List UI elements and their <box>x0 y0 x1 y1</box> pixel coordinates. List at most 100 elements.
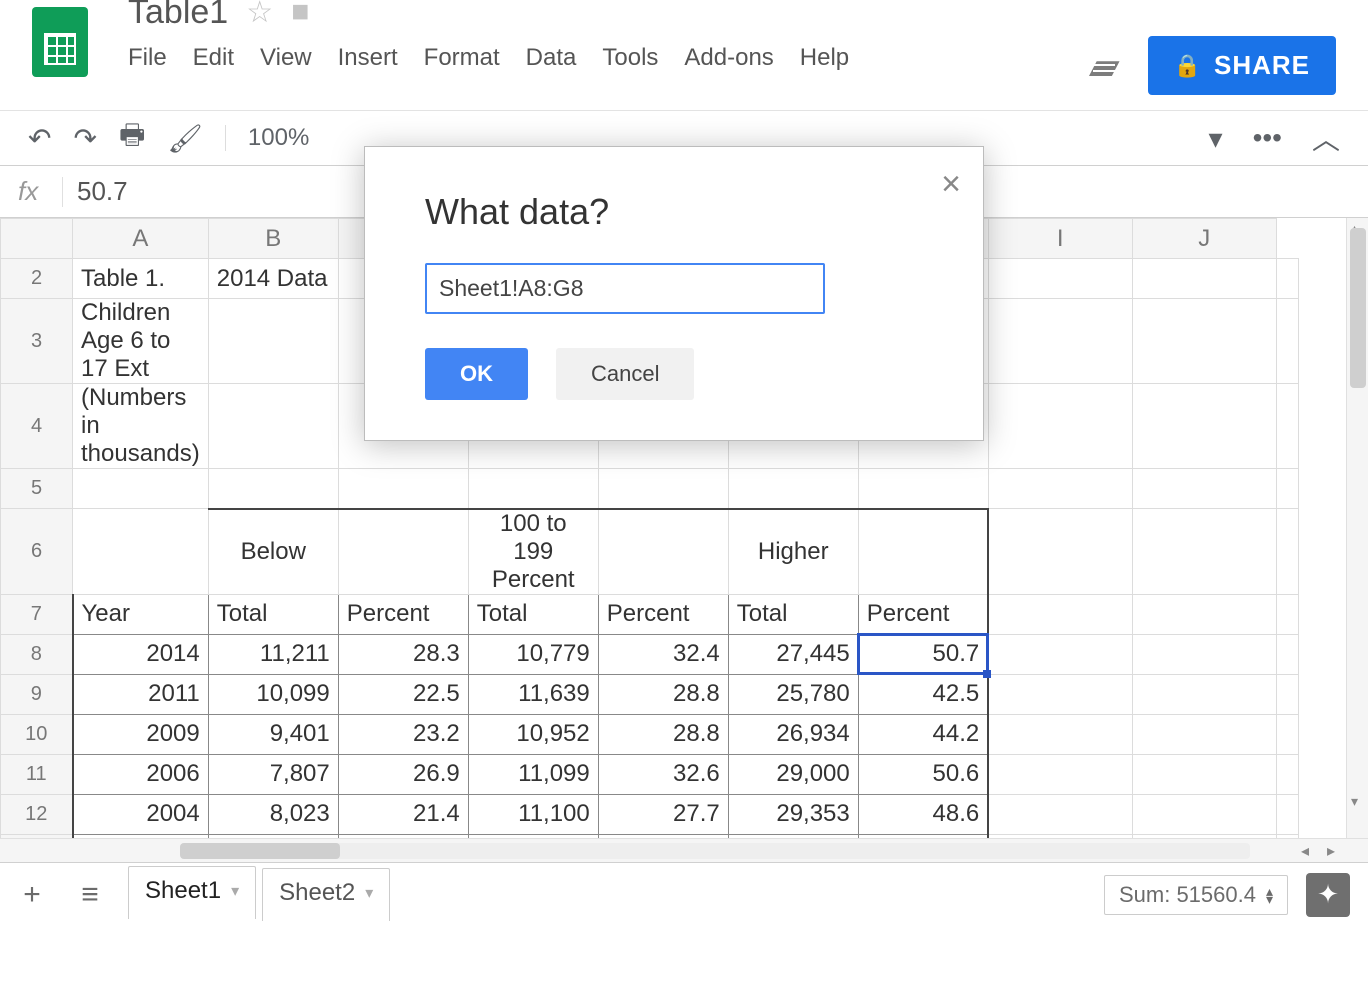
cell[interactable] <box>1276 794 1298 834</box>
cell[interactable] <box>988 594 1132 634</box>
cell[interactable] <box>598 469 728 509</box>
cell[interactable]: Percent <box>338 594 468 634</box>
comments-icon[interactable]: ▰ <box>1089 43 1120 89</box>
cell[interactable]: Total <box>728 594 858 634</box>
column-header[interactable]: B <box>208 219 338 259</box>
cell[interactable]: 11,100 <box>468 794 598 834</box>
cell[interactable] <box>1276 594 1298 634</box>
cell[interactable] <box>988 634 1132 674</box>
cell[interactable] <box>1276 469 1298 509</box>
cell[interactable]: 29,000 <box>728 754 858 794</box>
cell[interactable]: Year <box>73 594 209 634</box>
cell[interactable] <box>598 509 728 595</box>
row-header[interactable]: 5 <box>1 469 73 509</box>
cell[interactable]: 10,952 <box>468 714 598 754</box>
cell[interactable]: 28.8 <box>598 714 728 754</box>
cell[interactable] <box>1132 469 1276 509</box>
share-button[interactable]: 🔒 SHARE <box>1148 36 1336 95</box>
cell[interactable]: 100 to 199 Percent <box>468 509 598 595</box>
cell[interactable] <box>1276 384 1298 469</box>
cell[interactable]: 19.9 <box>338 834 468 838</box>
cell[interactable]: 7,855 <box>208 834 338 838</box>
menu-tools[interactable]: Tools <box>602 44 658 72</box>
menu-file[interactable]: File <box>128 44 167 72</box>
horizontal-scrollbar[interactable]: ◂ ▸ <box>0 838 1368 862</box>
cell[interactable] <box>1132 299 1276 384</box>
menu-format[interactable]: Format <box>424 44 500 72</box>
menu-data[interactable]: Data <box>526 44 577 72</box>
column-header[interactable]: I <box>988 219 1132 259</box>
column-header[interactable]: J <box>1132 219 1276 259</box>
cell[interactable]: 50.7 <box>858 634 988 674</box>
cell[interactable]: 2011 <box>73 674 209 714</box>
undo-icon[interactable]: ↶ <box>28 122 51 155</box>
cell[interactable]: 11,639 <box>468 674 598 714</box>
sheet-tab[interactable]: Sheet2▾ <box>262 868 390 921</box>
sheet-tab-caret-icon[interactable]: ▾ <box>365 883 373 903</box>
all-sheets-icon[interactable]: ≡ <box>70 878 110 912</box>
cell[interactable]: 2014 Data <box>208 259 338 299</box>
cell[interactable] <box>988 754 1132 794</box>
scroll-left-icon[interactable]: ◂ <box>1292 841 1318 861</box>
cell[interactable] <box>1276 714 1298 754</box>
cell[interactable] <box>858 469 988 509</box>
quick-sum-box[interactable]: Sum: 51560.4 ▴▾ <box>1104 875 1288 915</box>
cell[interactable] <box>1132 714 1276 754</box>
cell[interactable]: 11,309 <box>468 834 598 838</box>
cell[interactable] <box>1132 509 1276 595</box>
cell[interactable]: 2004 <box>73 794 209 834</box>
cell[interactable]: Percent <box>858 594 988 634</box>
menu-insert[interactable]: Insert <box>338 44 398 72</box>
cell[interactable]: 44.2 <box>858 714 988 754</box>
cell[interactable]: 10,099 <box>208 674 338 714</box>
cell[interactable] <box>1132 834 1276 838</box>
cell[interactable]: 48.6 <box>858 794 988 834</box>
row-header[interactable]: 3 <box>1 299 73 384</box>
horizontal-scroll-thumb[interactable] <box>180 843 340 859</box>
cell[interactable] <box>988 834 1132 838</box>
cell[interactable]: Children Age 6 to 17 Ext <box>73 299 209 384</box>
cell[interactable]: 2000 <box>73 834 209 838</box>
cell[interactable] <box>988 384 1132 469</box>
cell[interactable]: 10,779 <box>468 634 598 674</box>
cell[interactable]: 7,807 <box>208 754 338 794</box>
vertical-scrollbar[interactable]: ▴ ▾ <box>1346 218 1368 838</box>
cell[interactable]: (Numbers in thousands) <box>73 384 209 469</box>
cell[interactable] <box>338 509 468 595</box>
cell[interactable]: 11,099 <box>468 754 598 794</box>
cell[interactable]: 32.6 <box>598 754 728 794</box>
cell[interactable] <box>728 469 858 509</box>
cell[interactable] <box>988 509 1132 595</box>
menu-edit[interactable]: Edit <box>193 44 234 72</box>
sheet-tab[interactable]: Sheet1▾ <box>128 866 256 919</box>
scroll-down-icon[interactable]: ▾ <box>1351 793 1358 810</box>
cell[interactable]: 27.2 <box>598 834 728 838</box>
cell[interactable] <box>858 509 988 595</box>
cell[interactable]: Percent <box>598 594 728 634</box>
cell[interactable]: Below <box>208 509 338 595</box>
cell[interactable]: 9,401 <box>208 714 338 754</box>
cell[interactable] <box>1276 509 1298 595</box>
cell[interactable] <box>988 259 1132 299</box>
row-header[interactable]: 6 <box>1 509 73 595</box>
row-header[interactable]: 2 <box>1 259 73 299</box>
row-header[interactable]: 7 <box>1 594 73 634</box>
cell[interactable] <box>988 674 1132 714</box>
column-header[interactable]: A <box>73 219 209 259</box>
menu-help[interactable]: Help <box>800 44 849 72</box>
toolbar-collapse-icon[interactable]: ︿ <box>1312 118 1340 158</box>
cell[interactable] <box>1132 754 1276 794</box>
cell[interactable]: 28.8 <box>598 674 728 714</box>
document-title[interactable]: Table1 <box>128 0 228 32</box>
cell[interactable]: 32.4 <box>598 634 728 674</box>
cell[interactable] <box>73 469 209 509</box>
add-sheet-icon[interactable]: + <box>12 878 52 912</box>
redo-icon[interactable]: ↷ <box>73 122 96 155</box>
sheet-tab-caret-icon[interactable]: ▾ <box>231 881 239 901</box>
cell[interactable]: 2009 <box>73 714 209 754</box>
cell[interactable] <box>1132 794 1276 834</box>
cell[interactable]: 2006 <box>73 754 209 794</box>
cell[interactable] <box>208 469 338 509</box>
row-header[interactable]: 12 <box>1 794 73 834</box>
cell[interactable] <box>208 299 338 384</box>
